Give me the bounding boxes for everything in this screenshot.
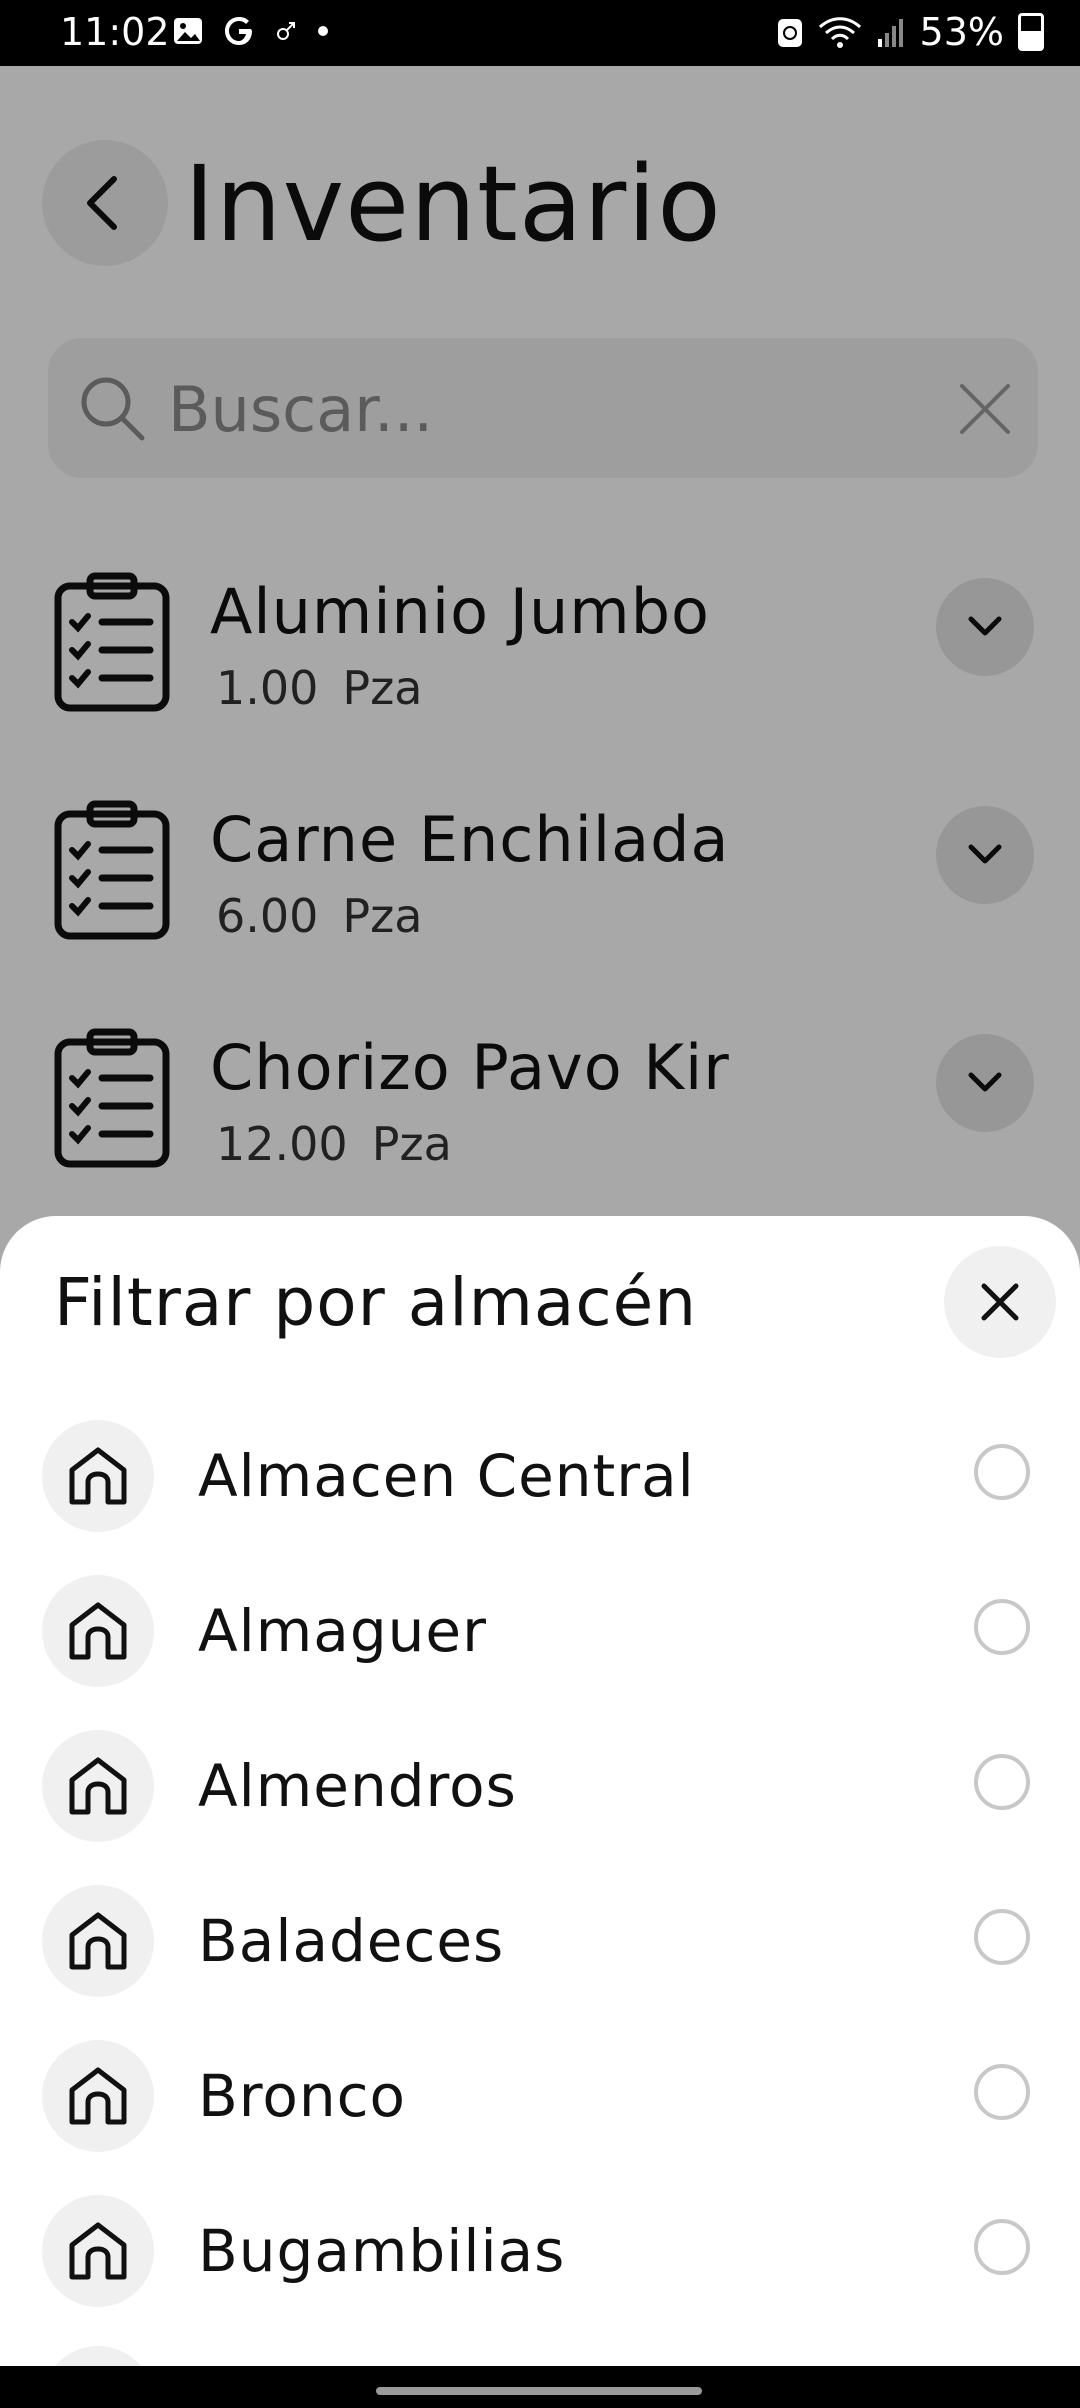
home-icon: [42, 2040, 154, 2152]
warehouse-option-label: Bugambilias: [198, 2217, 566, 2285]
radio-button[interactable]: [974, 1444, 1030, 1500]
radio-button[interactable]: [974, 2064, 1030, 2120]
sync-icon: [777, 19, 802, 47]
home-icon: [42, 2346, 154, 2366]
warehouse-option[interactable]: Bugambilias: [0, 2195, 1080, 2350]
close-icon: [981, 1283, 1019, 1321]
warehouse-option[interactable]: Almaguer: [0, 1575, 1080, 1730]
warehouse-option-partial[interactable]: [0, 2346, 1080, 2366]
status-time: 11:02: [60, 10, 170, 54]
filter-bottom-sheet: Filtrar por almacén Almacen Central Alma…: [0, 1216, 1080, 2366]
home-icon: [42, 1575, 154, 1687]
sheet-title: Filtrar por almacén: [54, 1264, 698, 1341]
wifi-icon: [818, 17, 861, 48]
warehouse-option[interactable]: Almacen Central: [0, 1420, 1080, 1575]
home-icon: [42, 2195, 154, 2307]
home-icon: [42, 1730, 154, 1842]
close-sheet-button[interactable]: [944, 1246, 1056, 1358]
mars-icon: [277, 22, 295, 40]
warehouse-option[interactable]: Baladeces: [0, 1885, 1080, 2040]
warehouse-option-label: Almendros: [198, 1752, 517, 1820]
warehouse-option-label: Baladeces: [198, 1907, 505, 1975]
radio-button[interactable]: [974, 1909, 1030, 1965]
signal-icon: [877, 19, 903, 47]
warehouse-option[interactable]: Almendros: [0, 1730, 1080, 1885]
dot-icon: [318, 26, 328, 36]
radio-button[interactable]: [974, 1599, 1030, 1655]
warehouse-option-label: Almaguer: [198, 1597, 487, 1665]
home-icon: [42, 1885, 154, 1997]
home-gesture-handle[interactable]: [376, 2387, 702, 2395]
navigation-bar: [0, 2366, 1080, 2408]
warehouse-option[interactable]: Bronco: [0, 2040, 1080, 2195]
notification-icons: [172, 14, 330, 48]
status-bar: 11:02 53%: [0, 0, 1080, 66]
radio-button[interactable]: [974, 2219, 1030, 2275]
google-icon: [225, 17, 252, 45]
warehouse-option-label: Almacen Central: [198, 1442, 695, 1510]
battery-icon: [1018, 13, 1044, 51]
radio-button[interactable]: [974, 1754, 1030, 1810]
home-icon: [42, 1420, 154, 1532]
image-icon: [174, 18, 202, 44]
system-icons: 53%: [776, 8, 1044, 56]
battery-percent: 53%: [919, 10, 1004, 54]
warehouse-option-label: Bronco: [198, 2062, 406, 2130]
